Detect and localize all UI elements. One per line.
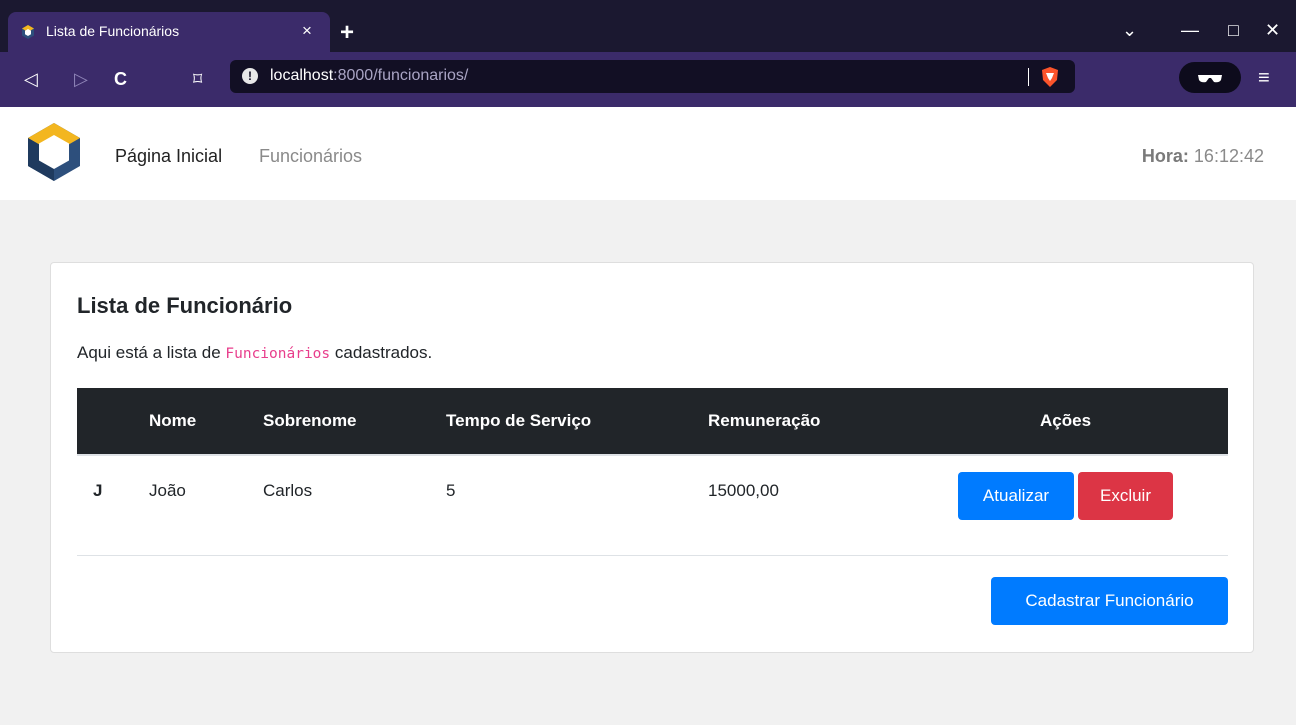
cell-sobrenome: Carlos — [263, 481, 313, 500]
tab-search-icon[interactable]: ⌄ — [1122, 20, 1137, 40]
vpn-glasses-button[interactable] — [1179, 62, 1241, 93]
new-tab-icon[interactable]: + — [340, 21, 354, 45]
glasses-icon — [1198, 75, 1222, 83]
header-remuneracao: Remuneração — [708, 411, 821, 430]
site-header: Página Inicial Funcionários Hora: 16:12:… — [0, 107, 1296, 200]
forward-icon[interactable]: ▷ — [74, 69, 88, 89]
reload-icon[interactable]: C — [114, 69, 127, 89]
url-text[interactable]: localhost:8000/funcionarios/ — [270, 67, 468, 85]
cell-initial: J — [93, 481, 103, 500]
card-text-after: cadastrados. — [330, 343, 433, 362]
card-description: Aqui está a lista de Funcionários cadast… — [77, 343, 432, 363]
tab-close-icon[interactable]: × — [302, 21, 312, 41]
cell-nome: João — [149, 481, 186, 500]
update-button[interactable]: Atualizar — [958, 472, 1074, 520]
nav-link-home[interactable]: Página Inicial — [115, 146, 222, 167]
browser-tab-strip: Lista de Funcionários × + ⌄ — □ ✕ — [0, 0, 1296, 55]
employee-list-card: Lista de Funcionário Aqui está a lista d… — [50, 262, 1254, 653]
browser-toolbar: ◁ ▷ C ⌑ ! localhost:8000/funcionarios/ ≡ — [0, 52, 1296, 107]
url-separator — [1028, 68, 1029, 86]
table-row: J João Carlos 5 15000,00 Atualizar Exclu… — [77, 454, 1228, 556]
header-sobrenome: Sobrenome — [263, 411, 357, 430]
menu-icon[interactable]: ≡ — [1258, 67, 1270, 89]
minimize-icon[interactable]: — — [1181, 20, 1199, 40]
cell-remuneracao: 15000,00 — [708, 481, 779, 500]
card-text-before: Aqui está a lista de — [77, 343, 226, 362]
bookmark-icon[interactable]: ⌑ — [193, 69, 202, 89]
register-employee-button[interactable]: Cadastrar Funcionário — [991, 577, 1228, 625]
url-path: :8000/funcionarios/ — [333, 67, 469, 84]
tab-title: Lista de Funcionários — [46, 23, 180, 39]
url-host: localhost — [270, 67, 334, 84]
close-window-icon[interactable]: ✕ — [1265, 20, 1280, 40]
address-bar[interactable]: ! localhost:8000/funcionarios/ — [230, 60, 1075, 93]
site-logo-icon[interactable] — [26, 121, 82, 183]
header-nome: Nome — [149, 411, 197, 430]
table-header: Nome Sobrenome Tempo de Serviço Remunera… — [77, 388, 1228, 454]
site-info-icon[interactable]: ! — [242, 68, 258, 84]
site-logo-favicon-icon — [22, 25, 34, 39]
nav-link-funcionarios[interactable]: Funcionários — [259, 146, 362, 167]
brave-shield-icon[interactable] — [1040, 66, 1060, 88]
delete-button[interactable]: Excluir — [1078, 472, 1173, 520]
browser-tab-active[interactable]: Lista de Funcionários × — [8, 12, 330, 52]
header-tempo-servico: Tempo de Serviço — [446, 411, 592, 430]
header-acoes: Ações — [1040, 411, 1092, 430]
clock-value: 16:12:42 — [1193, 146, 1264, 166]
clock: Hora: 16:12:42 — [1142, 146, 1264, 167]
card-title: Lista de Funcionário — [77, 293, 293, 318]
card-text-code: Funcionários — [225, 346, 331, 362]
back-icon[interactable]: ◁ — [24, 69, 38, 89]
clock-label: Hora: — [1141, 146, 1189, 166]
cell-tempo: 5 — [446, 481, 456, 500]
maximize-icon[interactable]: □ — [1228, 20, 1239, 40]
